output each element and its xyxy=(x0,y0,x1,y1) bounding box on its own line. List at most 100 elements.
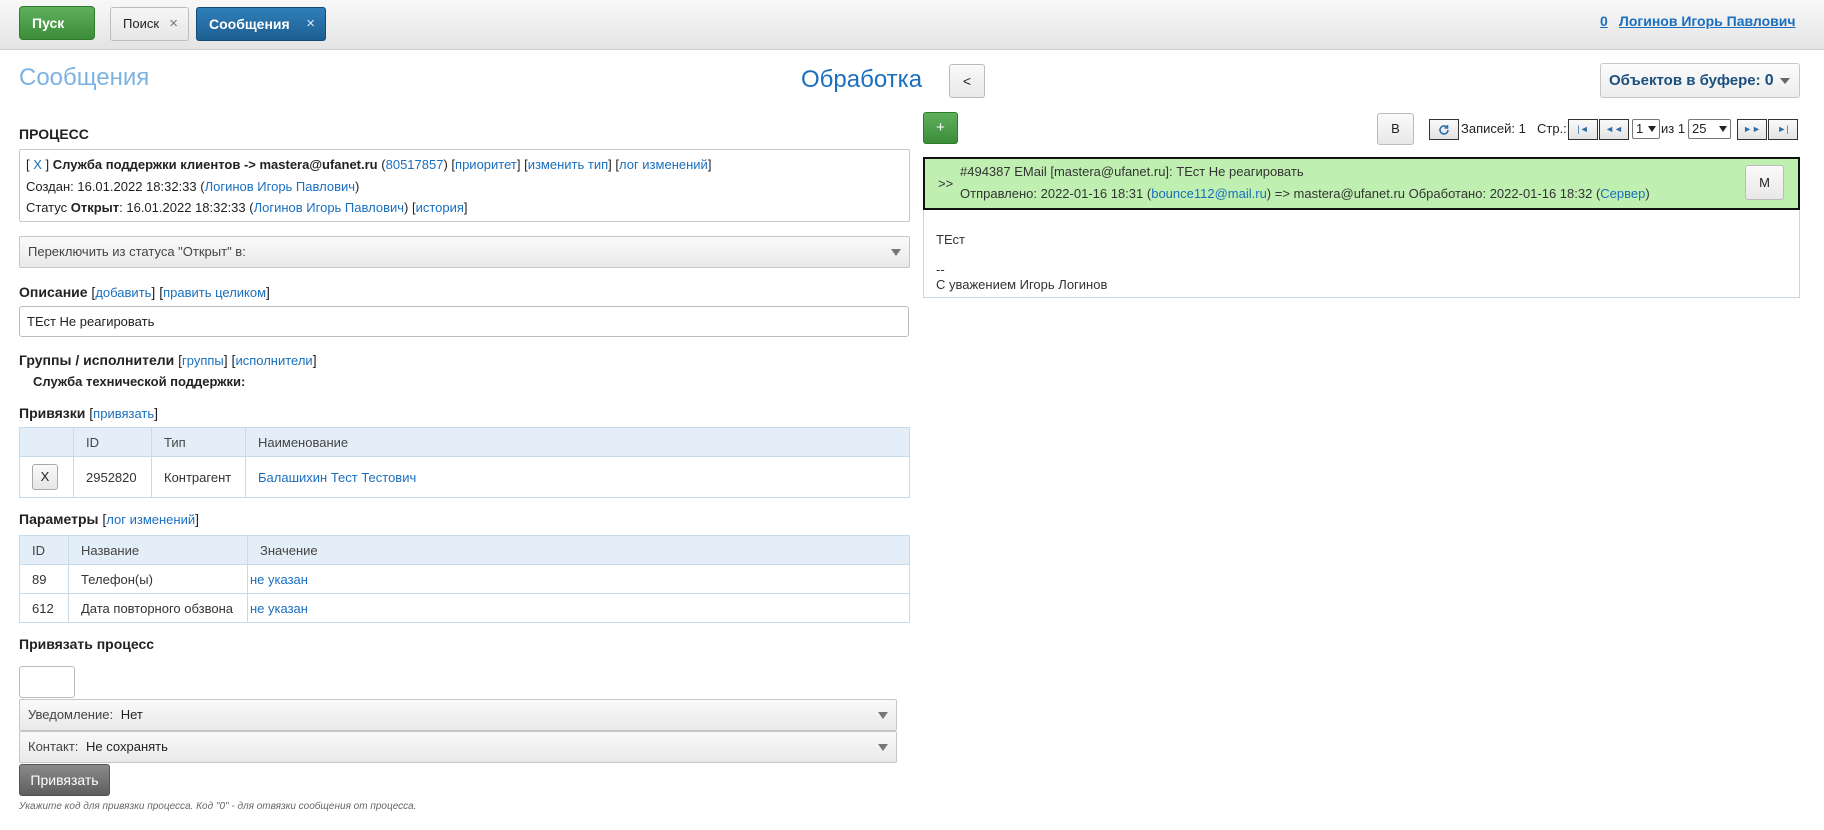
process-id-link[interactable]: 80517857 xyxy=(386,157,444,172)
description-field[interactable]: ТЕст Не реагировать xyxy=(19,306,909,337)
group-item: Служба технической поддержки: xyxy=(33,374,246,389)
process-code-input[interactable] xyxy=(19,666,75,698)
add-button[interactable]: + xyxy=(923,112,958,144)
last-page-button[interactable]: ►| xyxy=(1768,119,1798,140)
table-header-row: ID Тип Наименование xyxy=(19,427,910,457)
status-date: : 16.01.2022 18:32:33 ( xyxy=(119,200,254,215)
start-button[interactable]: Пуск xyxy=(19,6,95,40)
params-row: Параметры [лог изменений] xyxy=(19,511,200,527)
created-label: Создан: 16.01.2022 18:32:33 ( xyxy=(26,178,205,194)
groups-label: Группы / исполнители xyxy=(19,352,175,368)
chevron-down-icon xyxy=(1648,126,1656,132)
expand-toggle[interactable]: >> xyxy=(938,176,953,191)
close-process-link[interactable]: X xyxy=(33,157,42,172)
change-log-link[interactable]: лог изменений xyxy=(619,157,708,172)
bind-link[interactable]: привязать xyxy=(93,406,154,421)
params-table: ID Название Значение 89 Телефон(ы) не ук… xyxy=(19,535,910,623)
chevron-down-icon xyxy=(878,712,888,719)
page-select[interactable]: 1 xyxy=(1632,119,1660,139)
paren: ) xyxy=(1645,186,1650,201)
first-page-button[interactable]: |◄ xyxy=(1568,119,1598,140)
params-label: Параметры xyxy=(19,511,99,527)
unlink-button[interactable]: X xyxy=(32,464,58,490)
separator: ) [ xyxy=(404,200,416,215)
groups-row: Группы / исполнители [группы] [исполните… xyxy=(19,352,317,368)
executors-link[interactable]: исполнители xyxy=(235,353,312,368)
m-button[interactable]: M xyxy=(1745,165,1784,200)
chevron-down-icon xyxy=(1719,126,1727,132)
paren: ) xyxy=(443,157,448,172)
paren: ) xyxy=(355,178,360,194)
message-body-line xyxy=(936,247,1107,262)
contact-label: Контакт: xyxy=(28,739,79,754)
links-table: ID Тип Наименование X 2952820 Контрагент… xyxy=(19,427,910,498)
buffer-dropdown[interactable]: Объектов в буфере: 0 xyxy=(1600,63,1800,98)
table-row: X 2952820 Контрагент Балашихин Тест Тест… xyxy=(19,456,910,498)
description-add-link[interactable]: добавить xyxy=(95,285,151,300)
notification-select[interactable]: Уведомление: Нет xyxy=(19,699,897,731)
linked-object-link[interactable]: Балашихин Тест Тестович xyxy=(258,470,416,485)
table-cell: 2952820 xyxy=(73,456,152,498)
bind-hint: Укажите код для привязки процесса. Код "… xyxy=(19,801,417,812)
prev-page-button[interactable]: ◄◄ xyxy=(1599,119,1629,140)
column-header: Тип xyxy=(151,427,246,457)
close-icon[interactable]: × xyxy=(169,8,178,40)
refresh-icon xyxy=(1439,124,1449,135)
next-page-button[interactable]: ►► xyxy=(1737,119,1767,140)
groups-link[interactable]: группы xyxy=(182,353,224,368)
back-button[interactable]: < xyxy=(949,64,985,98)
priority-link[interactable]: приоритет xyxy=(455,157,517,172)
message-subject: #494387 EMail [mastera@ufanet.ru]: ТЕст … xyxy=(960,164,1304,179)
status-by-link[interactable]: Логинов Игорь Павлович xyxy=(254,200,404,215)
tab-messages[interactable]: Сообщения × xyxy=(196,7,326,41)
message-header[interactable]: >> #494387 EMail [mastera@ufanet.ru]: ТЕ… xyxy=(923,157,1800,210)
status-label: Статус xyxy=(26,200,68,215)
user-count-link[interactable]: 0 xyxy=(1600,13,1608,29)
table-cell: X xyxy=(19,456,74,498)
switch-status-select[interactable]: Переключить из статуса "Открыт" в: xyxy=(19,236,910,268)
params-log-link[interactable]: лог изменений xyxy=(106,512,195,527)
table-cell: Телефон(ы) xyxy=(68,564,248,594)
column-header: Значение xyxy=(247,535,910,565)
links-row: Привязки [привязать] xyxy=(19,405,159,421)
processor-link[interactable]: Сервер xyxy=(1600,186,1645,201)
message-body-line: -- xyxy=(936,262,945,277)
tab-search[interactable]: Поиск × xyxy=(110,7,189,41)
table-header-row: ID Название Значение xyxy=(19,535,910,565)
notification-value: Нет xyxy=(120,707,143,722)
top-bar: Пуск Поиск × Сообщения × 0 Логинов Игорь… xyxy=(0,0,1824,50)
process-title: Обработка xyxy=(801,66,923,93)
bind-process-button[interactable]: Привязать xyxy=(19,764,110,796)
buffer-count: 0 xyxy=(1764,72,1774,89)
sent-label: Отправлено: 2022-01-16 18:31 ( xyxy=(960,186,1152,201)
change-type-link[interactable]: изменить тип xyxy=(528,157,608,172)
buffer-label: Объектов в буфере: xyxy=(1609,72,1761,89)
refresh-button[interactable] xyxy=(1429,119,1459,140)
user-name-link[interactable]: Логинов Игорь Павлович xyxy=(1619,13,1796,29)
page-title: Сообщения xyxy=(19,64,150,91)
process-info-box: [ X ] Служба поддержки клиентов -> maste… xyxy=(19,149,910,222)
chevron-down-icon xyxy=(878,744,888,751)
param-value-link[interactable]: не указан xyxy=(250,572,308,587)
history-link[interactable]: история xyxy=(416,200,464,215)
table-cell: Контрагент xyxy=(151,456,246,498)
description-edit-link[interactable]: править целиком xyxy=(163,285,266,300)
process-section-label: ПРОЦЕСС xyxy=(19,126,89,142)
process-type-title: Служба поддержки клиентов -> mastera@ufa… xyxy=(52,157,378,172)
chevron-down-icon xyxy=(891,249,901,256)
chevron-down-icon xyxy=(1780,78,1790,84)
sender-link[interactable]: bounce112@mail.ru xyxy=(1151,186,1267,201)
processed-label: ) => mastera@ufanet.ru Обработано: 2022-… xyxy=(1266,186,1601,201)
param-value-link[interactable]: не указан xyxy=(250,601,308,616)
b-button[interactable]: B xyxy=(1377,113,1414,145)
message-meta: Отправлено: 2022-01-16 18:31 (bounce112@… xyxy=(960,186,1650,201)
table-cell: не указан xyxy=(247,593,910,623)
records-count: Записей: 1 xyxy=(1461,121,1526,136)
created-by-link[interactable]: Логинов Игорь Павлович xyxy=(205,179,355,194)
close-icon[interactable]: × xyxy=(306,8,315,40)
contact-select[interactable]: Контакт: Не сохранять xyxy=(19,731,897,763)
bracket: ] xyxy=(45,157,50,172)
column-header: ID xyxy=(73,427,152,457)
page-size-select[interactable]: 25 xyxy=(1688,119,1731,139)
bracket: [ xyxy=(26,157,30,172)
